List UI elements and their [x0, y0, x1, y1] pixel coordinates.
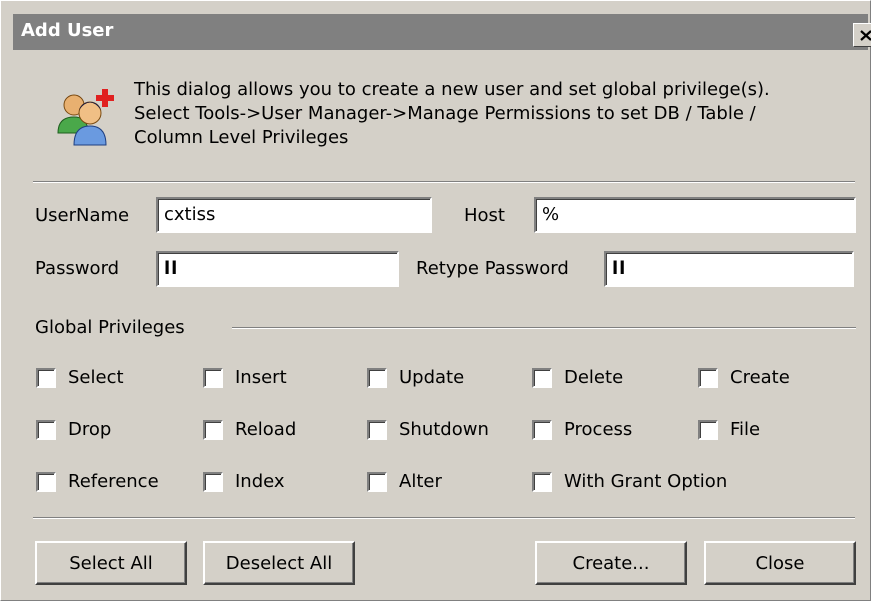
checkbox-box[interactable]	[36, 419, 56, 440]
create-button[interactable]: Create...	[535, 541, 687, 585]
privilege-label: Delete	[564, 367, 624, 388]
users-add-icon	[57, 89, 114, 146]
privilege-shutdown-checkbox[interactable]: Shutdown	[367, 419, 489, 440]
password-label: Password	[35, 258, 120, 279]
select-all-button[interactable]: Select All	[35, 541, 187, 585]
privilege-index-checkbox[interactable]: Index	[203, 471, 285, 492]
checkbox-box[interactable]	[36, 471, 56, 492]
privilege-label: Reload	[235, 419, 297, 440]
privilege-insert-checkbox[interactable]: Insert	[203, 367, 287, 388]
checkbox-box[interactable]	[698, 419, 718, 440]
privilege-label: Process	[564, 419, 633, 440]
password-input[interactable]: ll	[156, 251, 399, 287]
separator-privileges	[232, 327, 856, 329]
privilege-file-checkbox[interactable]: File	[698, 419, 760, 440]
privilege-label: Shutdown	[399, 419, 489, 440]
separator-top	[33, 181, 855, 183]
privilege-update-checkbox[interactable]: Update	[367, 367, 464, 388]
privilege-reload-checkbox[interactable]: Reload	[203, 419, 296, 440]
close-icon	[860, 29, 871, 41]
checkbox-box[interactable]	[203, 367, 223, 388]
checkbox-box[interactable]	[203, 419, 223, 440]
privilege-create-checkbox[interactable]: Create	[698, 367, 790, 388]
checkbox-box[interactable]	[367, 419, 387, 440]
checkbox-box[interactable]	[203, 471, 223, 492]
username-input[interactable]: cxtiss	[156, 197, 432, 233]
privilege-alter-checkbox[interactable]: Alter	[367, 471, 442, 492]
privilege-label: Index	[235, 471, 285, 492]
host-input[interactable]: %	[534, 197, 856, 233]
checkbox-box[interactable]	[367, 471, 387, 492]
retype-password-label: Retype Password	[416, 258, 569, 279]
privilege-label: Create	[730, 367, 790, 388]
privilege-label: Update	[399, 367, 465, 388]
privilege-with-grant-option-checkbox[interactable]: With Grant Option	[532, 471, 727, 492]
privilege-select-checkbox[interactable]: Select	[36, 367, 124, 388]
checkbox-box[interactable]	[698, 367, 718, 388]
checkbox-box[interactable]	[532, 367, 552, 388]
intro-line-2: Select Tools->User Manager->Manage Permi…	[134, 103, 756, 124]
privilege-label: Select	[68, 367, 124, 388]
intro-line-1: This dialog allows you to create a new u…	[134, 79, 770, 100]
privilege-reference-checkbox[interactable]: Reference	[36, 471, 159, 492]
window-title: Add User	[21, 20, 114, 41]
username-label: UserName	[35, 205, 130, 226]
add-user-dialog: Add User This dialog allows you to creat…	[0, 0, 871, 601]
close-button[interactable]: Close	[704, 541, 856, 585]
checkbox-box[interactable]	[367, 367, 387, 388]
intro-line-3: Column Level Privileges	[134, 127, 349, 148]
privilege-delete-checkbox[interactable]: Delete	[532, 367, 623, 388]
privilege-label: Alter	[399, 471, 442, 492]
title-bar[interactable]: Add User	[13, 14, 871, 50]
privilege-label: Drop	[68, 419, 112, 440]
privilege-label: Reference	[68, 471, 159, 492]
privilege-drop-checkbox[interactable]: Drop	[36, 419, 111, 440]
separator-bottom	[33, 517, 855, 519]
deselect-all-button[interactable]: Deselect All	[203, 541, 355, 585]
checkbox-box[interactable]	[532, 419, 552, 440]
checkbox-box[interactable]	[36, 367, 56, 388]
global-privileges-heading: Global Privileges	[35, 317, 185, 338]
intro-text: This dialog allows you to create a new u…	[134, 78, 834, 150]
host-label: Host	[464, 205, 505, 226]
privilege-label: With Grant Option	[564, 471, 728, 492]
retype-password-input[interactable]: ll	[604, 251, 854, 287]
checkbox-box[interactable]	[532, 471, 552, 492]
privilege-process-checkbox[interactable]: Process	[532, 419, 632, 440]
close-window-button[interactable]	[853, 23, 871, 47]
privilege-label: File	[730, 419, 761, 440]
privilege-label: Insert	[235, 367, 287, 388]
